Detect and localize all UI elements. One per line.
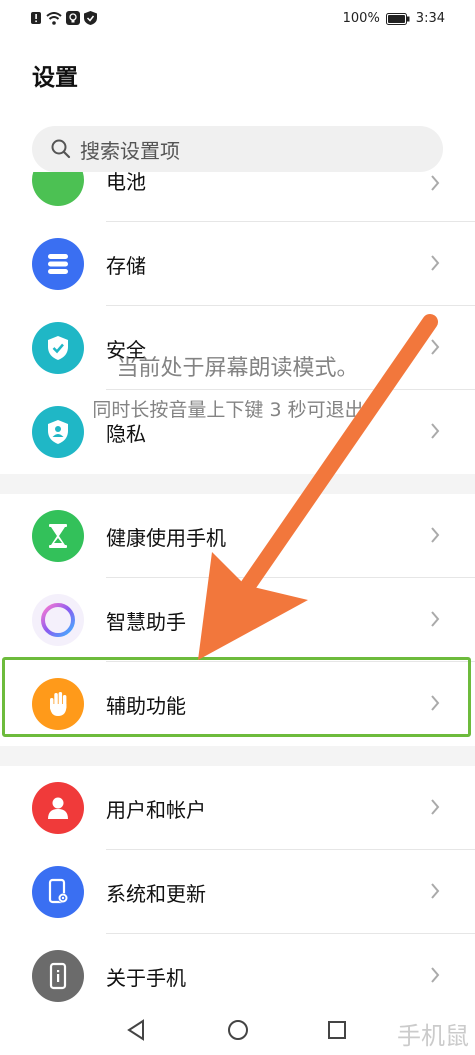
section-separator (0, 474, 475, 494)
list-item-storage[interactable]: 存储 (0, 222, 475, 306)
status-right: 100% 3:34 (343, 11, 445, 26)
chevron-right-icon (431, 967, 440, 983)
list-item-security[interactable]: 安全 (0, 306, 475, 390)
storage-icon (32, 238, 84, 290)
chevron-right-icon (431, 339, 440, 355)
list-item-label: 用户和帐户 (106, 798, 206, 822)
status-bar: 100% 3:34 (0, 0, 475, 40)
settings-list: 电池 存储 安全 隐私 健康使用手机 智慧助手 辅助功能 用户和帐户 系统和更新… (0, 172, 475, 1018)
home-icon[interactable] (227, 1019, 249, 1041)
bulb-icon (66, 11, 80, 25)
list-item-label: 辅助功能 (106, 694, 186, 718)
list-item-label: 关于手机 (106, 966, 186, 990)
chevron-right-icon (431, 695, 440, 711)
chevron-right-icon (431, 611, 440, 627)
assistant-ring-icon (32, 594, 84, 646)
battery-percent: 100% (342, 11, 380, 26)
battery-item-icon (32, 172, 84, 206)
list-item-users-accounts[interactable]: 用户和帐户 (0, 766, 475, 850)
list-item-label: 健康使用手机 (106, 526, 226, 550)
list-item-smart-assistant[interactable]: 智慧助手 (0, 578, 475, 662)
list-item-label: 系统和更新 (106, 882, 206, 906)
watermark-logo: 手机鼠 (397, 1022, 469, 1050)
list-item-battery[interactable]: 电池 (0, 172, 475, 222)
list-item-system-update[interactable]: 系统和更新 (0, 850, 475, 934)
shield-icon (32, 322, 84, 374)
system-update-icon (32, 866, 84, 918)
list-item-label: 电池 (106, 172, 146, 194)
list-item-label: 隐私 (106, 422, 146, 446)
search-icon (51, 139, 71, 159)
user-icon (32, 782, 84, 834)
chevron-right-icon (431, 423, 440, 439)
section-separator (0, 746, 475, 766)
chevron-right-icon (431, 799, 440, 815)
page-title: 设置 (32, 65, 78, 91)
phone-info-icon (32, 950, 84, 1002)
list-item-accessibility[interactable]: 辅助功能 (0, 662, 475, 746)
chevron-right-icon (431, 175, 440, 191)
clock: 3:34 (415, 11, 445, 26)
list-item-digital-balance[interactable]: 健康使用手机 (0, 494, 475, 578)
wifi-icon (46, 11, 62, 25)
shield-status-icon (84, 11, 97, 25)
hand-icon (32, 678, 84, 730)
battery-icon (385, 12, 410, 25)
list-item-label: 智慧助手 (106, 610, 186, 634)
list-item-label: 存储 (106, 254, 146, 278)
chevron-right-icon (431, 883, 440, 899)
privacy-icon (32, 406, 84, 458)
status-icons (30, 11, 97, 25)
recents-icon[interactable] (327, 1020, 347, 1040)
search-placeholder: 搜索设置项 (80, 138, 180, 163)
chevron-right-icon (431, 255, 440, 271)
list-item-label: 安全 (106, 338, 146, 362)
list-item-privacy[interactable]: 隐私 (0, 390, 475, 474)
hourglass-icon (32, 510, 84, 562)
back-icon[interactable] (126, 1019, 146, 1041)
alert-icon (31, 12, 41, 24)
search-input[interactable]: 搜索设置项 (32, 126, 443, 172)
chevron-right-icon (431, 527, 440, 543)
